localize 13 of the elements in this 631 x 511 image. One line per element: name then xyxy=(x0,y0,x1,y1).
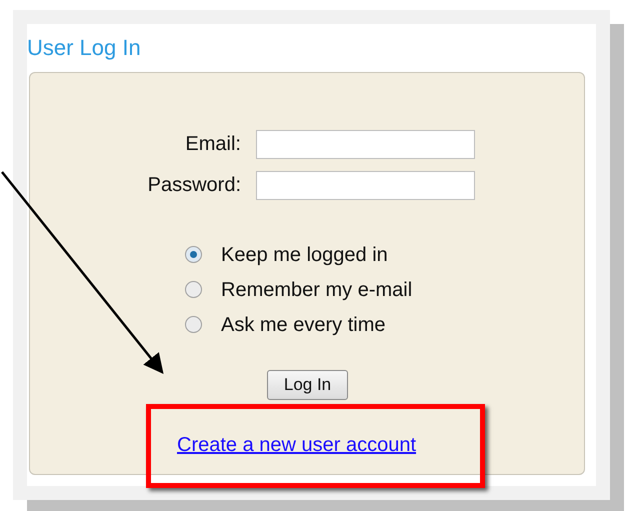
login-button[interactable]: Log In xyxy=(267,370,348,400)
option-label: Remember my e-mail xyxy=(221,278,412,302)
create-account-link[interactable]: Create a new user account xyxy=(177,430,416,460)
field-label: Email: xyxy=(185,132,241,157)
radio-button[interactable] xyxy=(185,316,202,333)
field-label: Password: xyxy=(148,173,241,198)
radio-button[interactable] xyxy=(185,281,202,298)
option-label: Keep me logged in xyxy=(221,242,388,268)
radio-button[interactable] xyxy=(185,246,202,263)
input-field[interactable] xyxy=(256,130,475,158)
input-field[interactable] xyxy=(256,170,475,200)
panel-title: User Log In xyxy=(27,37,141,59)
option-label: Ask me every time xyxy=(221,312,386,338)
